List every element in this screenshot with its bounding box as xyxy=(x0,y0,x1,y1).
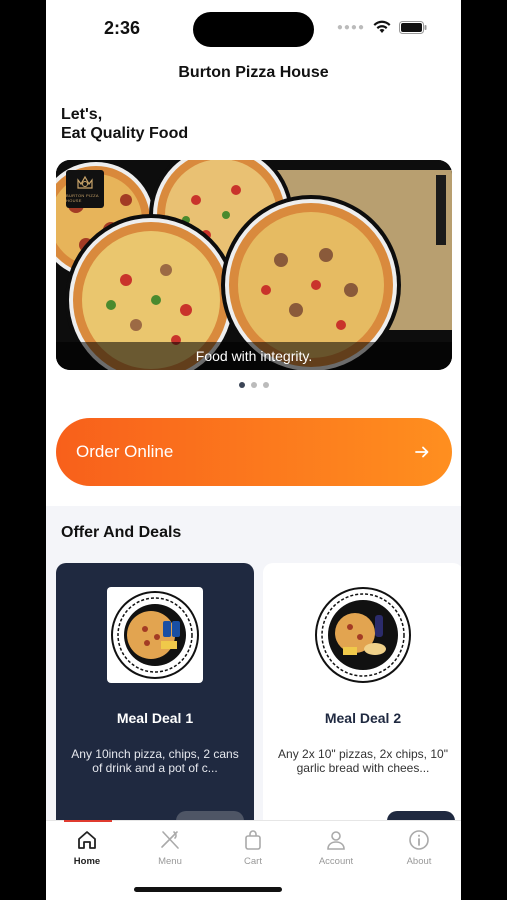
section-title: Offer And Deals xyxy=(61,524,182,541)
carousel-pagination[interactable] xyxy=(46,382,461,388)
home-indicator[interactable] xyxy=(134,887,282,892)
deal-card[interactable]: Meal Deal 1 Any 10inch pizza, chips, 2 c… xyxy=(56,563,254,833)
dynamic-island xyxy=(193,12,314,47)
greeting: Let's, Eat Quality Food xyxy=(61,105,188,143)
carousel-dot[interactable] xyxy=(238,382,245,388)
carousel-dot[interactable] xyxy=(250,382,257,388)
status-icons: ●●●● xyxy=(337,20,427,34)
page-title: Burton Pizza House xyxy=(178,64,329,81)
deal-card[interactable]: Meal Deal 2 Any 2x 10" pizzas, 2x chips,… xyxy=(263,563,461,833)
greeting-line-2: Eat Quality Food xyxy=(61,125,189,142)
home-icon xyxy=(78,831,96,849)
user-icon xyxy=(327,831,345,850)
tab-account[interactable]: Account xyxy=(306,829,366,867)
info-icon xyxy=(409,830,429,850)
deal-image xyxy=(315,587,411,683)
deal-description: Any 10inch pizza, chips, 2 cans of drink… xyxy=(71,747,239,775)
arrow-right-icon xyxy=(415,446,429,458)
carousel-dot[interactable] xyxy=(262,382,269,388)
deal-name: Meal Deal 2 xyxy=(324,710,402,726)
tab-label: About xyxy=(406,856,432,867)
signal-icon: ●●●● xyxy=(336,21,365,33)
bag-icon xyxy=(245,830,261,850)
deal-description: Any 2x 10" pizzas, 2x chips, 10" garlic … xyxy=(278,747,448,775)
brand-logo: BURTON PIZZA HOUSE xyxy=(66,170,104,208)
pizza-banner-image xyxy=(56,160,452,370)
tab-menu[interactable]: Menu xyxy=(140,829,200,867)
tab-label: Account xyxy=(318,856,354,867)
tab-label: Cart xyxy=(244,856,262,867)
tab-home[interactable]: Home xyxy=(57,829,117,867)
deal-name: Meal Deal 1 xyxy=(116,710,194,726)
offers-section: Offer And Deals Meal Deal 1 Any 10inch p… xyxy=(46,506,461,833)
app-screen: 2:36 ●●●● Burton Pizza House Let's, Eat … xyxy=(46,0,461,900)
banner-caption: Food with integrity. xyxy=(195,348,313,364)
tab-cart[interactable]: Cart xyxy=(223,829,283,867)
wifi-icon xyxy=(373,20,391,34)
order-online-button[interactable]: Order Online xyxy=(56,418,452,486)
deal-image xyxy=(107,587,203,683)
active-tab-indicator xyxy=(64,820,112,822)
tab-about[interactable]: About xyxy=(389,829,449,867)
brand-logo-text: BURTON PIZZA HOUSE xyxy=(66,193,99,203)
tab-label: Menu xyxy=(158,856,182,867)
tab-label: Home xyxy=(73,856,101,867)
promo-banner[interactable]: BURTON PIZZA HOUSE Food with integrity. xyxy=(56,160,452,370)
utensils-icon xyxy=(161,831,179,849)
battery-icon xyxy=(399,20,427,34)
status-time: 2:36 xyxy=(104,18,141,38)
order-online-label: Order Online xyxy=(76,442,174,461)
greeting-line-1: Let's, xyxy=(61,106,103,123)
